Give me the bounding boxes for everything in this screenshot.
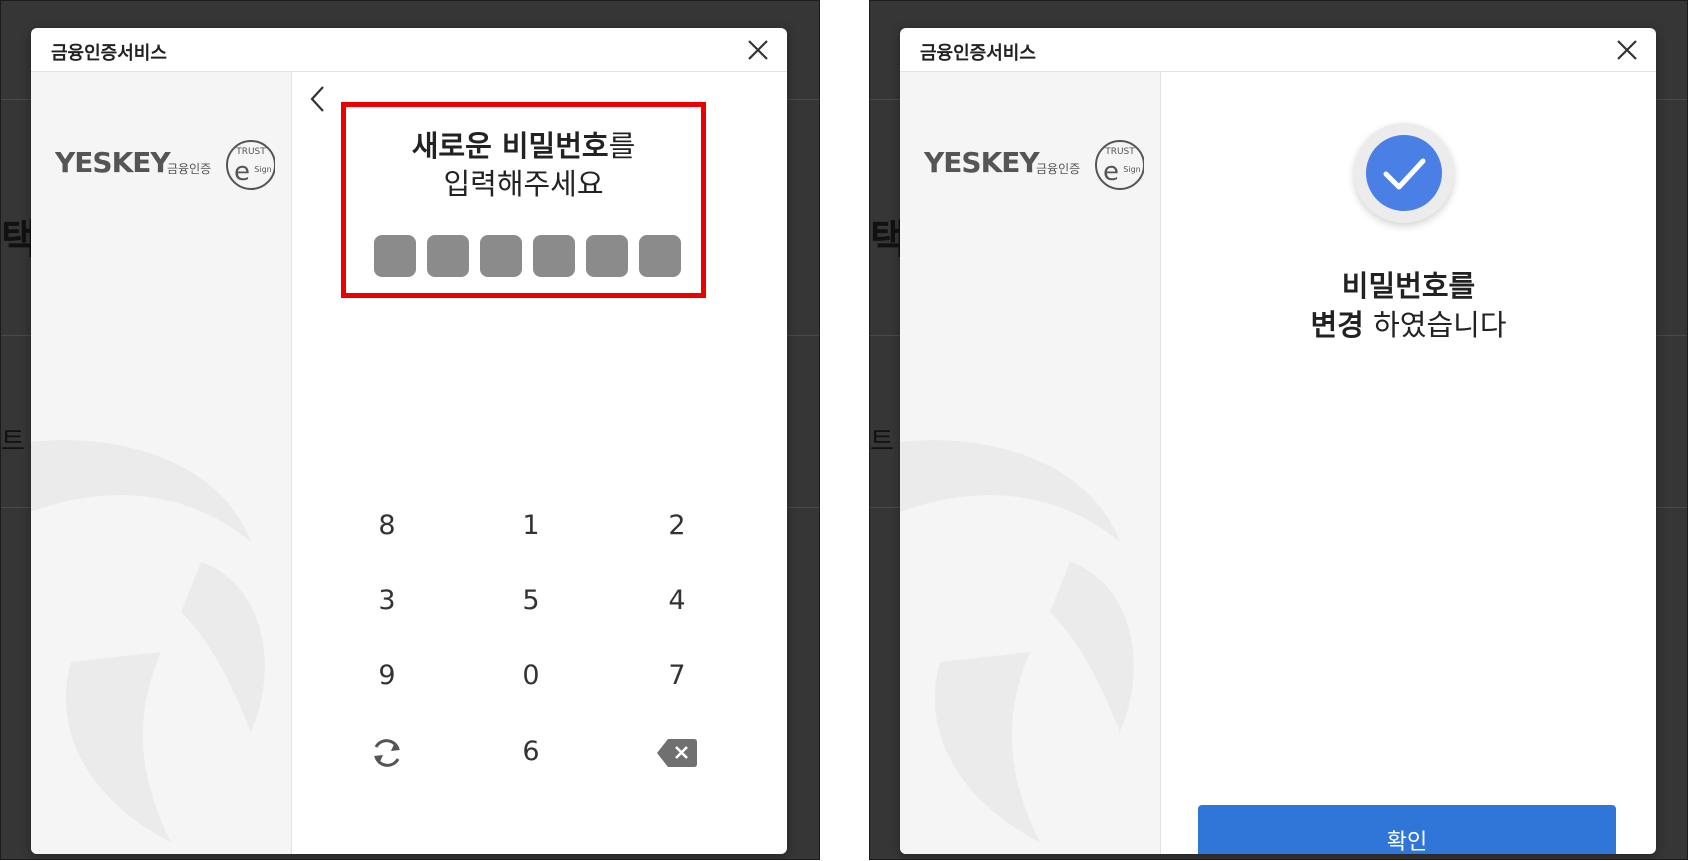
svg-text:Sign: Sign	[254, 165, 271, 174]
dialog-title: 금융인증서비스	[51, 43, 167, 64]
success-line2-bold: 변경	[1310, 308, 1364, 342]
svg-text:TRUST: TRUST	[1104, 147, 1135, 157]
dialog-header: 금융인증서비스	[900, 28, 1656, 72]
svg-text:Sign: Sign	[1123, 165, 1140, 174]
key-4[interactable]: 4	[617, 571, 737, 631]
prompt-line2: 입력해주세요	[443, 167, 604, 201]
pin-dot	[639, 235, 681, 277]
logo-brand-text: YESKEY	[924, 146, 1040, 179]
auth-dialog: 금융인증서비스 YESKEY 금융인증 TRUST e Sign	[900, 28, 1656, 854]
success-badge	[1354, 123, 1454, 223]
number-keypad: 8 1 2 3 5 4 9 0 7 6	[327, 496, 787, 816]
refresh-key[interactable]	[327, 722, 447, 782]
prompt-rest: 를	[608, 129, 636, 163]
password-changed-screen: 택 트 금융인증서비스 YESKEY 금융인증 TRUST e Sign 비밀번…	[869, 0, 1688, 860]
success-message: 비밀번호를 변경 하였습니다	[1161, 267, 1656, 345]
pin-indicator-row	[374, 235, 684, 279]
key-8[interactable]: 8	[327, 496, 447, 556]
refresh-icon	[374, 738, 400, 767]
pin-dot	[586, 235, 628, 277]
key-6[interactable]: 6	[471, 722, 591, 782]
pin-dot	[427, 235, 469, 277]
decorative-watermark	[31, 440, 265, 842]
dialog-title: 금융인증서비스	[920, 43, 1036, 64]
brand-sidebar: YESKEY 금융인증 TRUST e Sign	[900, 72, 1161, 854]
dialog-header: 금융인증서비스	[31, 28, 787, 72]
pin-dot	[533, 235, 575, 277]
backspace-icon	[657, 738, 697, 767]
pin-highlight-box: 새로운 비밀번호를 입력해주세요	[341, 102, 706, 298]
result-panel: 비밀번호를 변경 하였습니다 확인	[1161, 72, 1656, 854]
close-icon[interactable]	[745, 37, 771, 63]
success-line2-rest: 하였습니다	[1363, 308, 1507, 342]
prompt-bold: 새로운 비밀번호	[411, 129, 609, 163]
pin-prompt: 새로운 비밀번호를 입력해주세요	[346, 127, 701, 203]
confirm-button[interactable]: 확인	[1198, 805, 1616, 854]
svg-text:e: e	[234, 157, 250, 187]
background-item-glyph: 트	[1, 427, 25, 457]
pin-panel: 새로운 비밀번호를 입력해주세요 8 1 2 3 5 4 9 0 7 6	[292, 72, 787, 854]
key-2[interactable]: 2	[617, 496, 737, 556]
svg-text:TRUST: TRUST	[235, 147, 266, 157]
key-9[interactable]: 9	[327, 646, 447, 706]
close-icon[interactable]	[1614, 37, 1640, 63]
logo-sub-text: 금융인증	[167, 162, 211, 176]
yeskey-logo: YESKEY 금융인증 TRUST e Sign	[55, 140, 275, 190]
key-3[interactable]: 3	[327, 571, 447, 631]
key-0[interactable]: 0	[471, 646, 591, 706]
logo-brand-text: YESKEY	[55, 146, 171, 179]
pin-dot	[480, 235, 522, 277]
brand-sidebar: YESKEY 금융인증 TRUST e Sign	[31, 72, 292, 854]
delete-key[interactable]	[617, 722, 737, 782]
svg-text:e: e	[1103, 157, 1119, 187]
background-item-glyph: 트	[870, 427, 894, 457]
pin-entry-screen: 택 트 금융인증서비스 YESKEY 금융인증 TRUST e Sign 새로운…	[0, 0, 820, 860]
back-chevron-icon[interactable]	[306, 84, 330, 114]
key-1[interactable]: 1	[471, 496, 591, 556]
success-line1: 비밀번호를	[1341, 269, 1476, 303]
checkmark-icon	[1383, 158, 1426, 190]
logo-sub-text: 금융인증	[1036, 162, 1080, 176]
decorative-watermark	[900, 440, 1134, 842]
auth-dialog: 금융인증서비스 YESKEY 금융인증 TRUST e Sign	[31, 28, 787, 854]
key-5[interactable]: 5	[471, 571, 591, 631]
key-7[interactable]: 7	[617, 646, 737, 706]
yeskey-logo: YESKEY 금융인증 TRUST e Sign	[924, 140, 1144, 190]
pin-dot	[374, 235, 416, 277]
